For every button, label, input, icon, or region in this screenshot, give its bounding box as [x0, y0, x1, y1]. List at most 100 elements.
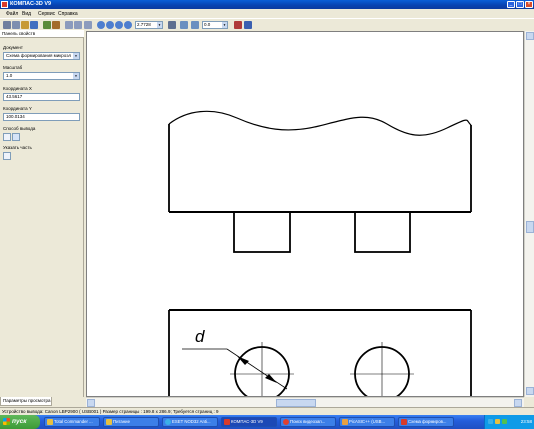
task-eset[interactable]: ESET NOD32 Anti...: [162, 417, 218, 427]
select-part-icon[interactable]: [3, 152, 11, 160]
zoom-combo[interactable]: 2.7728 ▼: [135, 21, 163, 29]
vscroll-thumb[interactable]: [526, 221, 534, 233]
sheet-3-icon[interactable]: [84, 21, 92, 29]
task-power[interactable]: Питание: [103, 417, 159, 427]
tab-view-parameters[interactable]: Параметры просмотра: [0, 397, 52, 406]
task-label: Total Commander ...: [54, 419, 93, 424]
vertical-scrollbar[interactable]: [524, 31, 534, 397]
task-picasic[interactable]: PicASIC++ (USB...: [339, 417, 395, 427]
fit-page-icon[interactable]: [180, 21, 188, 29]
sheet-2-icon[interactable]: [74, 21, 82, 29]
angle-combo[interactable]: 0.0 ▼: [202, 21, 228, 29]
folder-icon: [106, 419, 112, 425]
pan-icon[interactable]: [168, 21, 176, 29]
task-label: Питание: [113, 419, 130, 424]
coord-y-input[interactable]: 100.0134: [3, 113, 80, 121]
browser-icon: [283, 419, 289, 425]
chevron-down-icon[interactable]: ▼: [73, 53, 79, 59]
coord-x-label: Координата X: [3, 86, 32, 91]
rotate-icon[interactable]: [191, 21, 199, 29]
folder-icon: [47, 419, 53, 425]
page-setup-icon[interactable]: [43, 21, 51, 29]
scroll-right-icon[interactable]: [514, 399, 522, 407]
panel-title: Панель свойств: [0, 30, 84, 38]
taskbar: пуск Total Commander ... Питание ESET NO…: [0, 415, 534, 429]
help-pointer-icon[interactable]: [244, 21, 252, 29]
wavy-edge: [168, 110, 472, 136]
coord-y-label: Координата Y: [3, 106, 32, 111]
scroll-left-icon[interactable]: [87, 399, 95, 407]
task-label: ESET NOD32 Anti...: [172, 419, 211, 424]
menu-file[interactable]: Файл: [6, 11, 18, 17]
print-preview-icon[interactable]: [12, 21, 20, 29]
menu-service[interactable]: Сервис: [38, 11, 55, 17]
menu-bar: Файл Вид Сервис Справка: [0, 9, 534, 18]
part-label: Указать часть: [3, 145, 32, 150]
horizontal-scrollbar[interactable]: [86, 397, 524, 407]
task-total-commander[interactable]: Total Commander ...: [44, 417, 100, 427]
network-icon[interactable]: [488, 419, 493, 424]
clock: 23:58: [520, 419, 532, 424]
scale-label: Масштаб: [3, 65, 23, 70]
task-kompas[interactable]: КОМПАС-3D V9: [221, 417, 277, 427]
chevron-down-icon[interactable]: ▼: [73, 73, 79, 79]
kompas-icon: [401, 419, 407, 425]
coord-x-input[interactable]: 43.5617: [3, 93, 80, 101]
document-label: Документ: [3, 45, 23, 50]
menu-view[interactable]: Вид: [22, 11, 31, 17]
zoom-in-icon[interactable]: [106, 21, 114, 29]
title-bar: КОМПАС-3D V9 _ □ ×: [0, 0, 534, 9]
scroll-down-icon[interactable]: [526, 387, 534, 395]
maximize-button[interactable]: □: [516, 1, 524, 8]
menu-help[interactable]: Справка: [58, 11, 78, 17]
antivirus-icon[interactable]: [502, 419, 507, 424]
window-title: КОМПАС-3D V9: [10, 1, 52, 7]
layout-icon[interactable]: [52, 21, 60, 29]
volume-icon[interactable]: [495, 419, 500, 424]
status-bar: Устройство вывода: Canon LBP2900 ( USB00…: [0, 407, 534, 415]
zoom-icon[interactable]: [97, 21, 105, 29]
scale-select[interactable]: 1.0 ▼: [3, 72, 80, 80]
toolbar: 2.7728 ▼ 0.0 ▼: [0, 18, 534, 30]
coord-x-value: 43.5617: [6, 94, 23, 99]
chevron-down-icon[interactable]: ▼: [157, 22, 162, 28]
output-mode-2-icon[interactable]: [12, 133, 20, 141]
output-label: Способ вывода: [3, 126, 36, 131]
minimize-button[interactable]: _: [507, 1, 515, 8]
task-label: Схема формиров...: [408, 419, 447, 424]
task-label: КОМПАС-3D V9: [231, 419, 263, 424]
document-value: Схема формирования микроэл: [6, 53, 72, 58]
hscroll-thumb[interactable]: [276, 399, 316, 407]
start-button[interactable]: пуск: [0, 415, 40, 429]
task-label: Поиск видеозап...: [290, 419, 326, 424]
task-scheme[interactable]: Схема формиров...: [398, 417, 454, 427]
properties-panel: Панель свойств Документ Схема формирован…: [0, 30, 84, 406]
scroll-up-icon[interactable]: [526, 32, 534, 40]
open-icon[interactable]: [21, 21, 29, 29]
kompas-icon: [224, 419, 230, 425]
chevron-down-icon[interactable]: ▼: [222, 22, 227, 28]
app-icon: [1, 1, 8, 8]
document-select[interactable]: Схема формирования микроэл ▼: [3, 52, 80, 60]
drawing-svg: d: [168, 110, 472, 396]
diameter-label: d: [195, 327, 205, 346]
windows-logo-icon: [3, 418, 10, 425]
start-label: пуск: [12, 418, 27, 425]
system-tray: 23:58: [484, 415, 534, 429]
tab-right: [354, 211, 411, 253]
chip-icon: [342, 419, 348, 425]
zoom-window-icon[interactable]: [124, 21, 132, 29]
zoom-out-icon[interactable]: [115, 21, 123, 29]
drawing-canvas[interactable]: d: [86, 31, 524, 397]
print-icon[interactable]: [3, 21, 11, 29]
task-video-search[interactable]: Поиск видеозап...: [280, 417, 336, 427]
sheet-1-icon[interactable]: [65, 21, 73, 29]
eset-icon: [165, 419, 171, 425]
filter-icon[interactable]: [30, 21, 38, 29]
angle-value: 0.0: [204, 22, 211, 27]
coord-y-value: 100.0134: [6, 114, 25, 119]
close-button[interactable]: ×: [525, 1, 533, 8]
scale-value: 1.0: [6, 73, 13, 78]
stop-icon[interactable]: [234, 21, 242, 29]
output-mode-1-icon[interactable]: [3, 133, 11, 141]
